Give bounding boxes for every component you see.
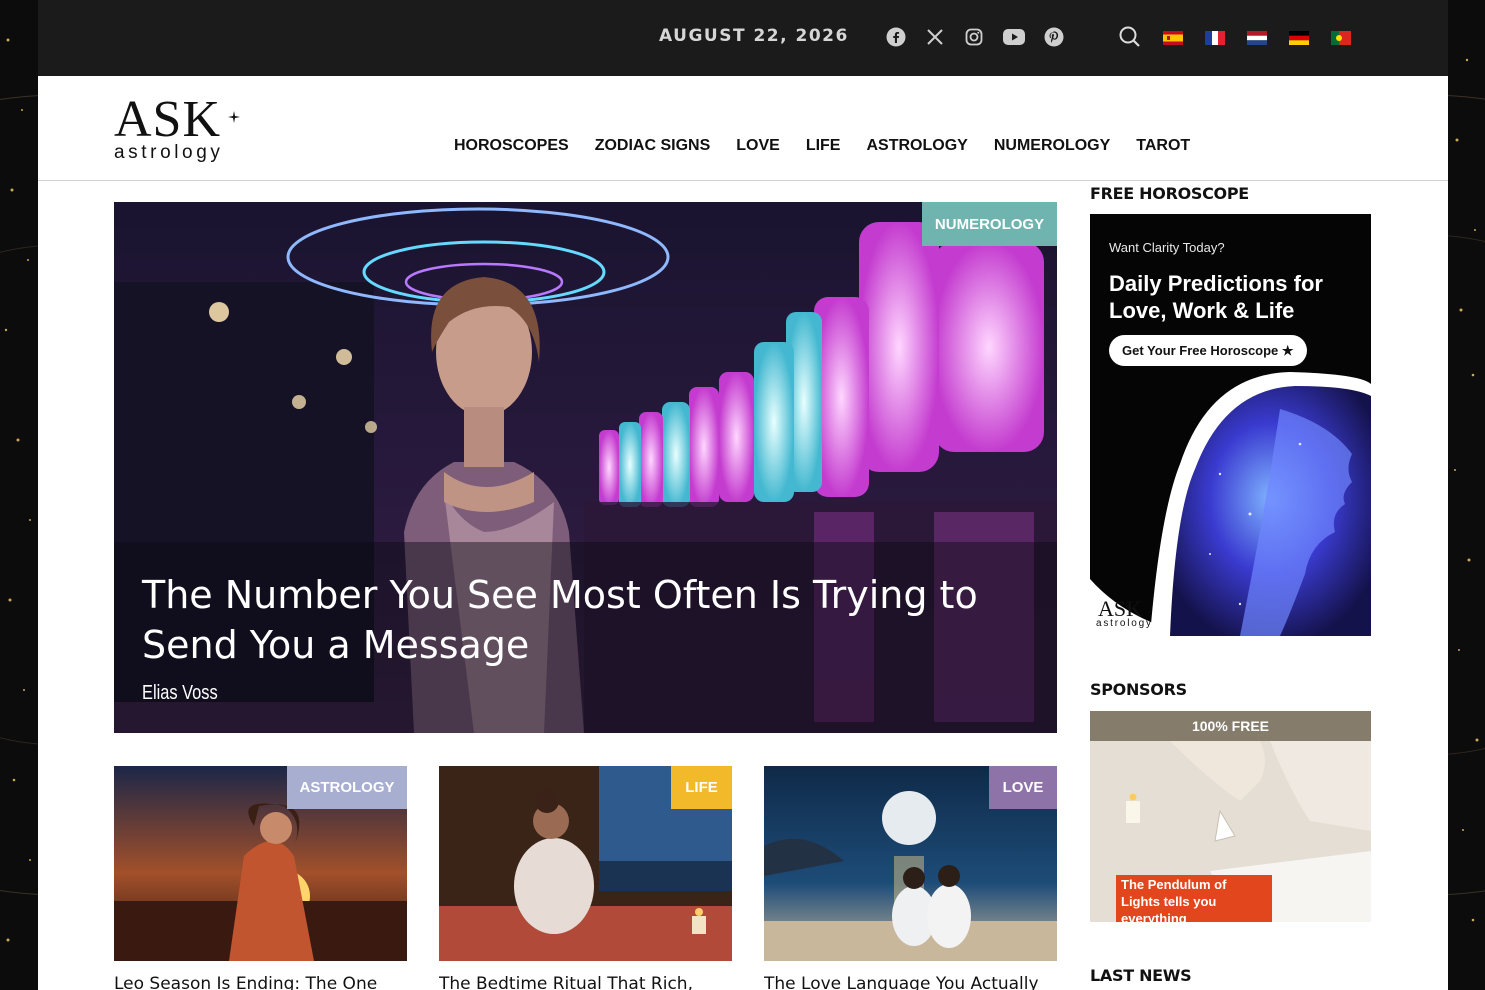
nav-numerology[interactable]: NUMEROLOGY [994, 137, 1110, 155]
card-title[interactable]: Leo Season Is Ending: The One [114, 974, 407, 990]
card-image: LIFE [439, 766, 732, 961]
nav-tarot[interactable]: TAROT [1136, 137, 1190, 155]
ad-headline: Daily Predictions for Love, Work & Life [1109, 271, 1323, 323]
get-free-horoscope-button[interactable]: Get Your Free Horoscope ★ [1109, 335, 1307, 366]
site-logo[interactable]: ASK astrology [114, 94, 254, 164]
card-category-badge[interactable]: LOVE [989, 766, 1057, 809]
pinterest-icon[interactable] [1043, 26, 1065, 48]
free-horoscope-heading: FREE HOROSCOPE [1090, 184, 1249, 203]
flag-france-icon[interactable] [1205, 31, 1225, 45]
hero-article[interactable]: NUMEROLOGY The Number You See Most Often… [114, 202, 1057, 733]
ad-kicker: Want Clarity Today? [1109, 240, 1225, 255]
youtube-icon[interactable] [1003, 26, 1025, 48]
card-title[interactable]: The Bedtime Ritual That Rich, [439, 974, 732, 990]
article-card[interactable]: ASTROLOGY Leo Season Is Ending: The One [114, 766, 407, 990]
x-icon[interactable] [924, 26, 946, 48]
facebook-icon[interactable] [885, 26, 907, 48]
sponsor-banner: 100% FREE [1090, 711, 1371, 741]
hero-title[interactable]: The Number You See Most Often Is Trying … [142, 570, 1032, 670]
current-date: AUGUST 22, 2026 [659, 26, 849, 46]
sponsor-caption: The Pendulum of Lights tells you everyth… [1116, 875, 1272, 922]
nav-zodiac-signs[interactable]: ZODIAC SIGNS [595, 137, 711, 155]
article-card[interactable]: LOVE The Love Language You Actually [764, 766, 1057, 990]
logo-word: ASK [114, 91, 222, 148]
nav-love[interactable]: LOVE [736, 137, 780, 155]
sponsors-heading: SPONSORS [1090, 680, 1187, 699]
flag-netherlands-icon[interactable] [1247, 31, 1267, 45]
search-icon[interactable] [1118, 25, 1142, 49]
card-title[interactable]: The Love Language You Actually [764, 974, 1057, 990]
sparkle-icon [228, 111, 240, 123]
article-card[interactable]: LIFE The Bedtime Ritual That Rich, [439, 766, 732, 990]
nav-astrology[interactable]: ASTROLOGY [866, 137, 967, 155]
background-stars-right [1447, 0, 1485, 990]
flag-germany-icon[interactable] [1289, 31, 1309, 45]
card-category-badge[interactable]: ASTROLOGY [287, 766, 407, 809]
nav-life[interactable]: LIFE [806, 137, 841, 155]
hero-author[interactable]: Elias Voss [142, 682, 218, 705]
hero-category-badge[interactable]: NUMEROLOGY [922, 202, 1057, 246]
free-horoscope-ad[interactable]: Want Clarity Today? Daily Predictions fo… [1090, 214, 1371, 636]
page-container: AUGUST 22, 2026 ASK astrology HOROSCOPES… [38, 0, 1448, 990]
flag-portugal-icon[interactable] [1331, 31, 1351, 45]
last-news-heading: LAST NEWS [1090, 966, 1192, 985]
site-header: ASK astrology HOROSCOPES ZODIAC SIGNS LO… [38, 76, 1448, 181]
card-category-badge[interactable]: LIFE [671, 766, 732, 809]
logo-sub: astrology [114, 142, 224, 163]
top-bar: AUGUST 22, 2026 [38, 0, 1448, 76]
card-image: LOVE [764, 766, 1057, 961]
card-image: ASTROLOGY [114, 766, 407, 961]
ad-logo-sub: astrology [1096, 618, 1153, 629]
sponsor-ad[interactable]: 100% FREE The Pendulum of Lights tells y… [1090, 711, 1371, 922]
flag-spain-icon[interactable] [1163, 31, 1183, 45]
nav-horoscopes[interactable]: HOROSCOPES [454, 137, 569, 155]
background-stars-left [0, 0, 38, 990]
instagram-icon[interactable] [963, 26, 985, 48]
main-nav: HOROSCOPES ZODIAC SIGNS LOVE LIFE ASTROL… [454, 137, 1216, 155]
